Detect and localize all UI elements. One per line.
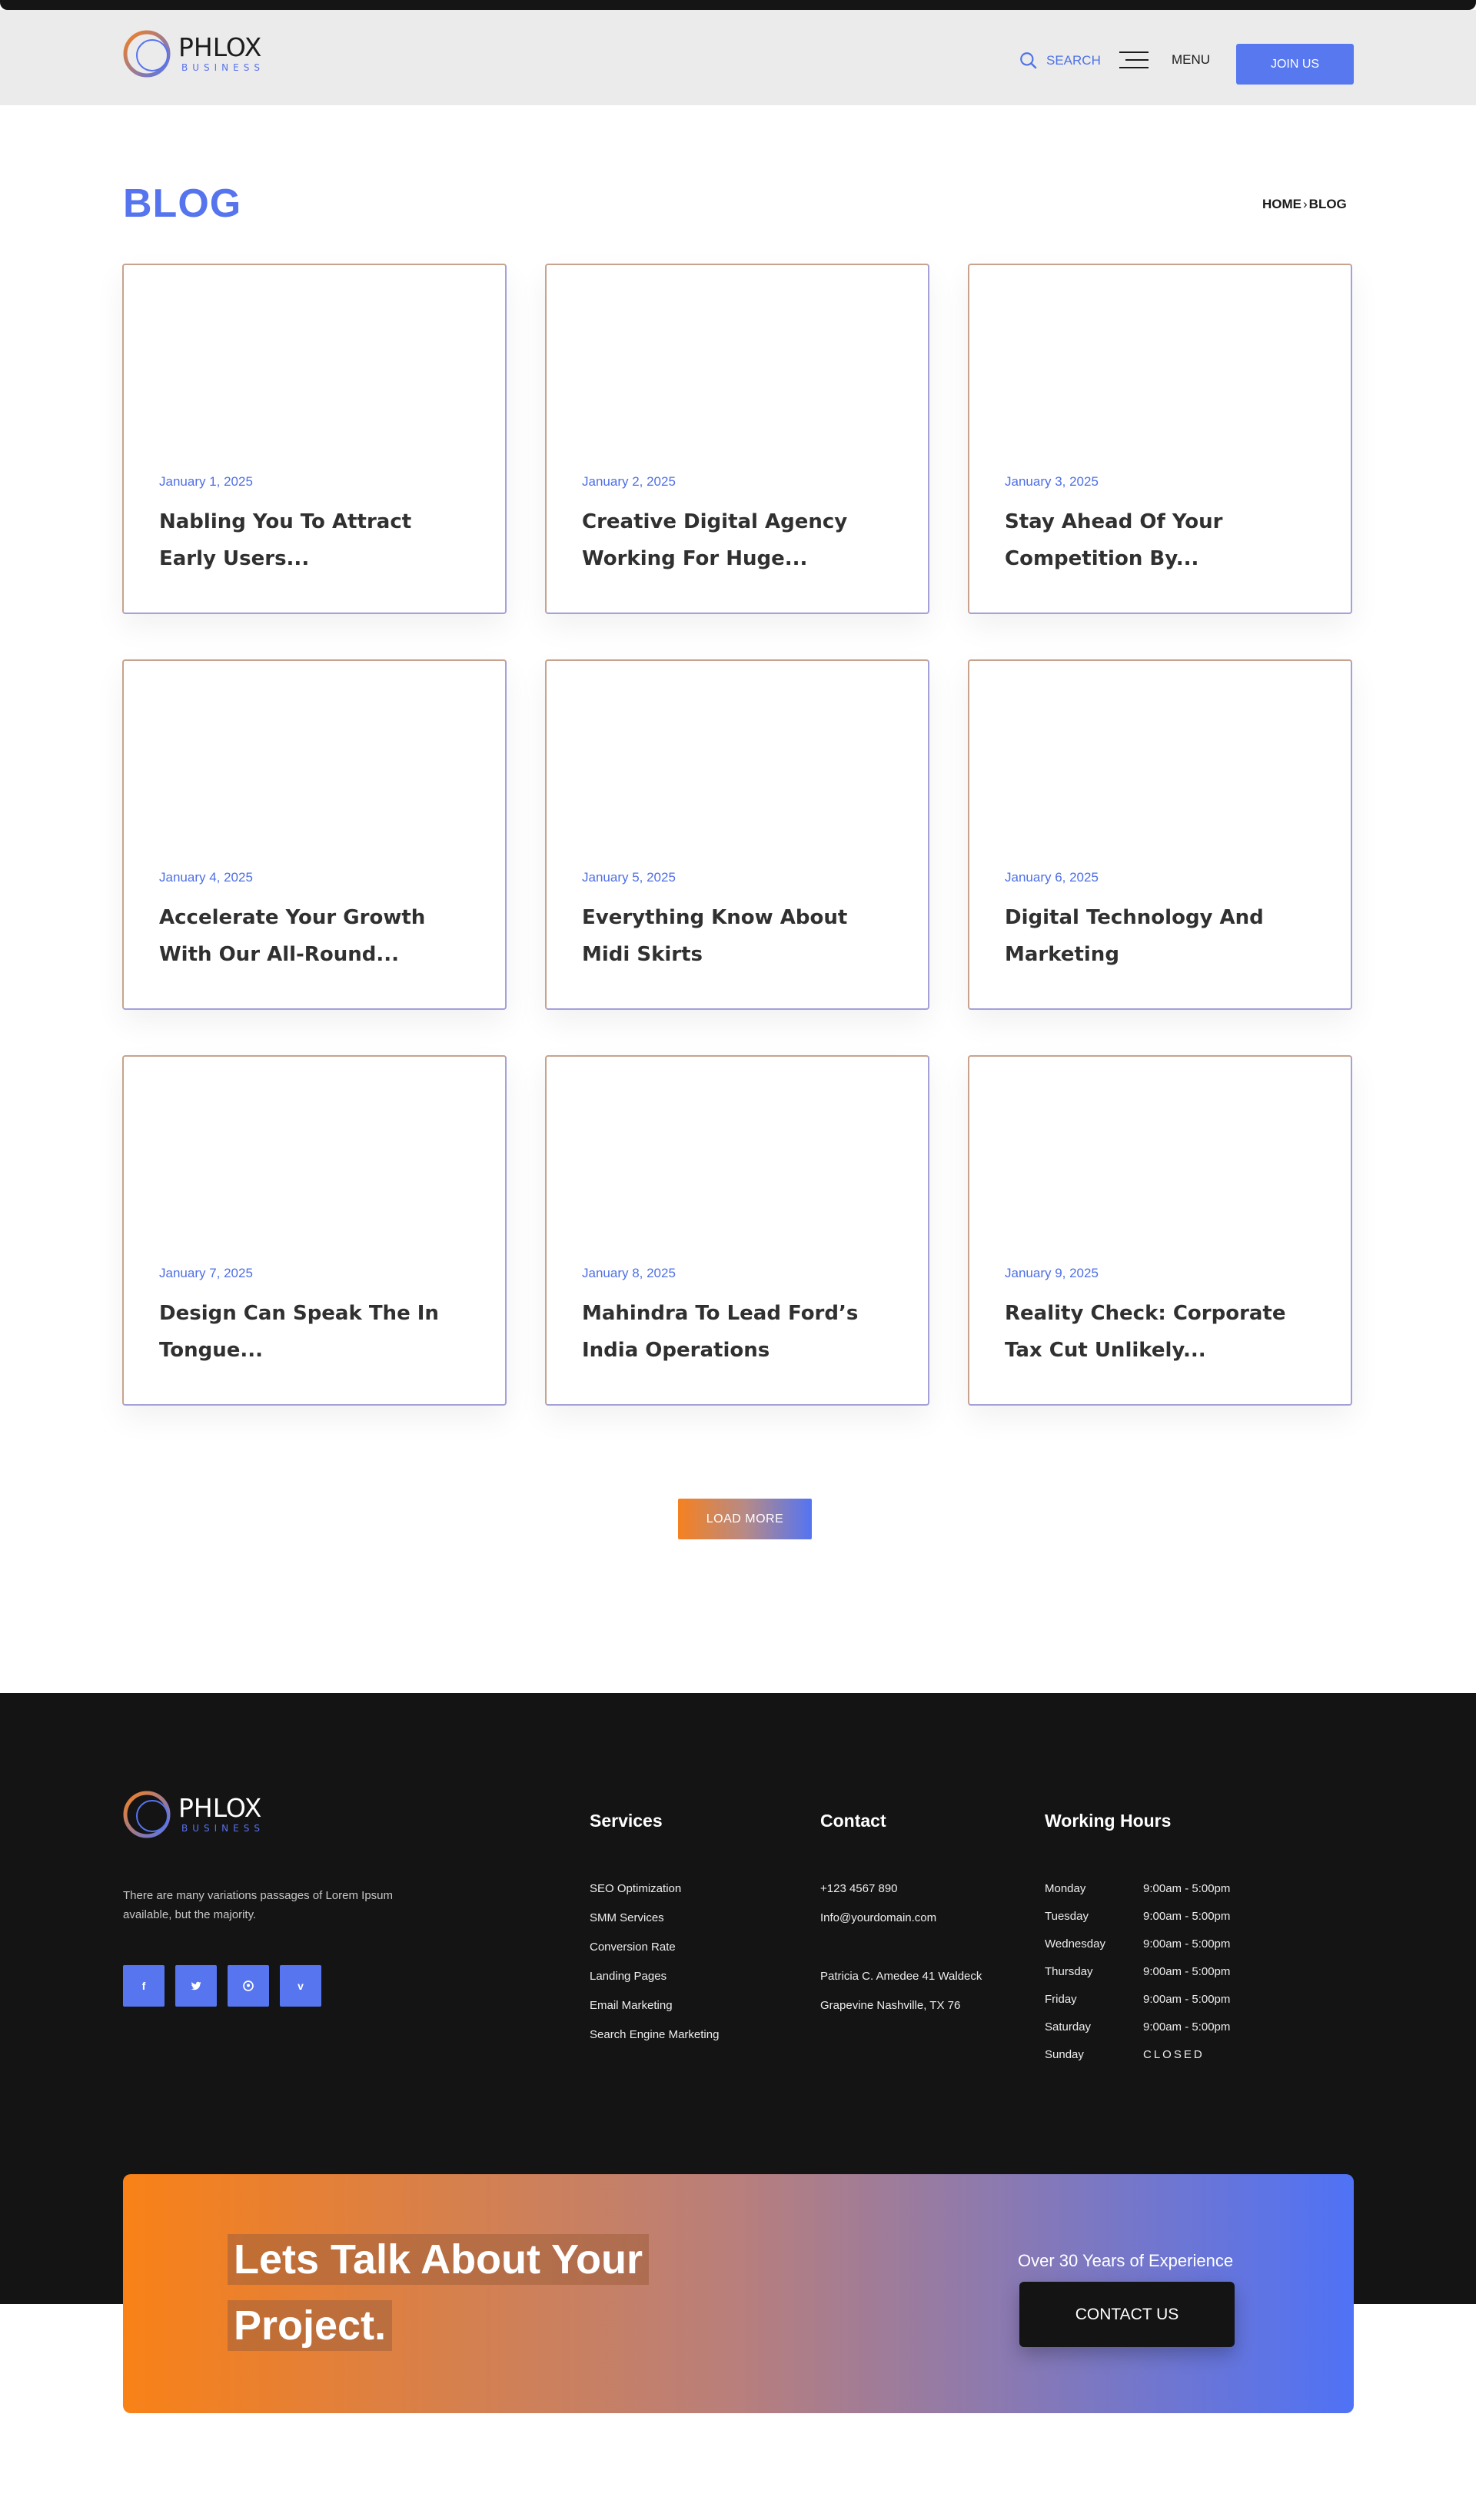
join-us-button[interactable]: JOIN US [1236, 44, 1354, 85]
blog-card[interactable]: January 2, 2025 Creative Digital Agency … [545, 264, 929, 614]
cta-title-line: Lets Talk About Your [228, 2234, 650, 2285]
blog-card[interactable]: January 9, 2025 Reality Check: Corporate… [968, 1055, 1352, 1406]
blog-card[interactable]: January 5, 2025 Everything Know About Mi… [545, 659, 929, 1010]
load-more-button[interactable]: LOAD MORE [678, 1499, 812, 1539]
menu-label: MENU [1172, 52, 1211, 67]
blog-card[interactable]: January 1, 2025 Nabling You To Attract E… [122, 264, 507, 614]
hours-day: Monday [1045, 1882, 1086, 1895]
contact-email[interactable]: Info@yourdomain.com [820, 1911, 982, 1970]
hours-time: 9:00am - 5:00pm [1143, 1965, 1231, 1978]
contact-us-button[interactable]: CONTACT US [1019, 2282, 1235, 2347]
search-icon [1020, 52, 1037, 69]
service-link[interactable]: Landing Pages [590, 1970, 719, 1999]
twitter-icon[interactable] [175, 1965, 217, 2007]
hours-time: 9:00am - 5:00pm [1143, 1937, 1231, 1951]
hours-time: 9:00am - 5:00pm [1143, 1993, 1231, 2006]
post-date: January 8, 2025 [582, 1266, 676, 1280]
post-date: January 3, 2025 [1005, 474, 1099, 489]
post-date: January 5, 2025 [582, 870, 676, 885]
blog-card[interactable]: January 7, 2025 Design Can Speak The In … [122, 1055, 507, 1406]
hours-day: Wednesday [1045, 1937, 1105, 1951]
top-bar [0, 0, 1476, 10]
search-button[interactable]: SEARCH [1019, 51, 1101, 71]
hours-day: Thursday [1045, 1965, 1093, 1978]
hours-row: Thursday 9:00am - 5:00pm [1045, 1965, 1230, 1993]
breadcrumb-current: BLOG [1308, 197, 1347, 211]
hours-row: Sunday CLOSED [1045, 2048, 1230, 2076]
post-date: January 6, 2025 [1005, 870, 1099, 885]
breadcrumb-home[interactable]: HOME [1262, 197, 1301, 212]
brand-tagline: BUSINESS [181, 1823, 264, 1834]
social-links: f v [123, 1965, 321, 2007]
contact-address-line: Grapevine Nashville, TX 76 [820, 1999, 961, 2012]
contact-address-line: Patricia C. Amedee 41 Waldeck [820, 1970, 982, 1983]
hours-row: Wednesday 9:00am - 5:00pm [1045, 1937, 1230, 1965]
blog-card[interactable]: January 6, 2025 Digital Technology And M… [968, 659, 1352, 1010]
post-title[interactable]: Reality Check: Corporate Tax Cut Unlikel… [1005, 1295, 1312, 1369]
hours-day: Saturday [1045, 2020, 1092, 2034]
footer-logo[interactable]: PHLOX BUSINESS [121, 1789, 264, 1840]
brand-tagline: BUSINESS [181, 62, 264, 73]
hamburger-icon [1119, 51, 1149, 69]
cta-title: Lets Talk About Your Project. [228, 2234, 650, 2366]
contact-heading: Contact [820, 1811, 886, 1831]
cta-experience: Over 30 Years of Experience [1018, 2251, 1234, 2270]
logo-icon [123, 1791, 171, 1838]
menu-button[interactable]: MENU [1119, 51, 1210, 69]
cta-title-line: Project. [228, 2300, 393, 2351]
hours-day: Friday [1045, 1993, 1077, 2006]
hours-day: Sunday [1045, 2048, 1084, 2061]
logo-icon [123, 30, 171, 78]
blog-card[interactable]: January 3, 2025 Stay Ahead Of Your Compe… [968, 264, 1352, 614]
vimeo-icon[interactable]: v [280, 1965, 321, 2007]
service-link[interactable]: SEO Optimization [590, 1882, 719, 1911]
brand-name: PHLOX [178, 1793, 262, 1823]
contact-list: +123 4567 890 Info@yourdomain.com Patric… [820, 1882, 982, 2028]
post-title[interactable]: Design Can Speak The In Tongue... [159, 1295, 467, 1369]
post-date: January 4, 2025 [159, 870, 253, 885]
hours-time: 9:00am - 5:00pm [1143, 1910, 1231, 1923]
post-title[interactable]: Everything Know About Midi Skirts [582, 899, 889, 973]
post-title[interactable]: Digital Technology And Marketing [1005, 899, 1312, 973]
hours-closed: CLOSED [1143, 2048, 1205, 2061]
pinterest-icon[interactable] [228, 1965, 269, 2007]
cta-banner: Lets Talk About Your Project. Over 30 Ye… [123, 2174, 1354, 2413]
hours-day: Tuesday [1045, 1910, 1089, 1923]
facebook-icon[interactable]: f [123, 1965, 165, 2007]
services-heading: Services [590, 1811, 663, 1831]
hours-row: Saturday 9:00am - 5:00pm [1045, 2020, 1230, 2048]
contact-phone[interactable]: +123 4567 890 [820, 1882, 982, 1911]
post-date: January 1, 2025 [159, 474, 253, 489]
hours-row: Tuesday 9:00am - 5:00pm [1045, 1910, 1230, 1937]
hours-heading: Working Hours [1045, 1811, 1172, 1831]
post-date: January 7, 2025 [159, 1266, 253, 1280]
service-link[interactable]: Conversion Rate [590, 1941, 719, 1970]
hours-row: Friday 9:00am - 5:00pm [1045, 1993, 1230, 2020]
working-hours-table: Monday 9:00am - 5:00pm Tuesday 9:00am - 5:… [1045, 1882, 1230, 2076]
service-link[interactable]: Search Engine Marketing [590, 2028, 719, 2057]
hours-time: 9:00am - 5:00pm [1143, 2020, 1231, 2034]
chevron-right-icon: › [1303, 197, 1308, 211]
hours-time: 9:00am - 5:00pm [1143, 1882, 1231, 1895]
site-header: PHLOX BUSINESS SEARCH MENU JOIN US [0, 10, 1476, 105]
search-label: SEARCH [1046, 53, 1101, 68]
post-title[interactable]: Creative Digital Agency Working For Huge… [582, 503, 889, 577]
blog-card[interactable]: January 8, 2025 Mahindra To Lead Ford’s … [545, 1055, 929, 1406]
post-title[interactable]: Stay Ahead Of Your Competition By... [1005, 503, 1312, 577]
post-title[interactable]: Accelerate Your Growth With Our All-Roun… [159, 899, 467, 973]
page-title: BLOG [123, 181, 242, 226]
services-list: SEO Optimization SMM Services Conversion… [590, 1882, 719, 2057]
blog-card[interactable]: January 4, 2025 Accelerate Your Growth W… [122, 659, 507, 1010]
hours-row: Monday 9:00am - 5:00pm [1045, 1882, 1230, 1910]
post-title[interactable]: Nabling You To Attract Early Users... [159, 503, 467, 577]
service-link[interactable]: Email Marketing [590, 1999, 719, 2028]
header-logo[interactable]: PHLOX BUSINESS [121, 28, 264, 79]
post-title[interactable]: Mahindra To Lead Ford’s India Operations [582, 1295, 889, 1369]
post-date: January 2, 2025 [582, 474, 676, 489]
service-link[interactable]: SMM Services [590, 1911, 719, 1941]
brand-name: PHLOX [178, 32, 262, 62]
breadcrumb: HOME › BLOG [1262, 197, 1347, 212]
post-date: January 9, 2025 [1005, 1266, 1099, 1280]
footer-description: There are many variations passages of Lo… [123, 1889, 393, 1921]
